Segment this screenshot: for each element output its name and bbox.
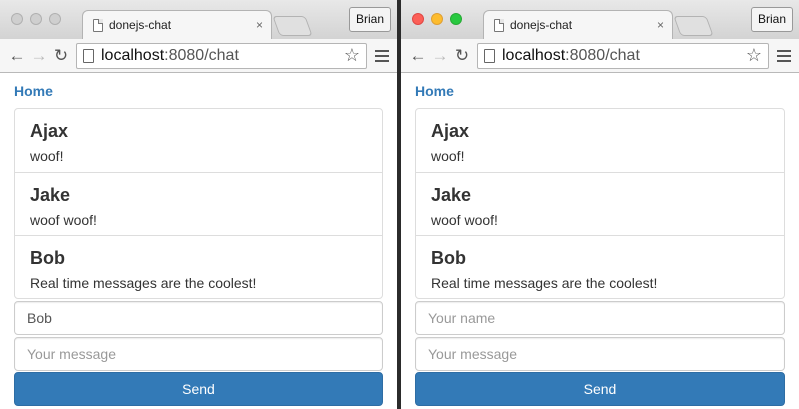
message-input[interactable] xyxy=(14,337,383,371)
message-item: Bob Real time messages are the coolest! xyxy=(416,235,784,298)
page-content: Home Ajax woof! Jake woof woof! Bob Real… xyxy=(0,83,397,406)
traffic-lights xyxy=(11,13,61,25)
tab-close-icon[interactable]: × xyxy=(657,18,664,32)
message-author: Jake xyxy=(30,185,71,205)
close-window-button[interactable] xyxy=(11,13,23,25)
message-author: Ajax xyxy=(30,121,69,141)
page-icon xyxy=(83,48,94,63)
url-text: localhost:8080/chat xyxy=(101,46,239,64)
message-author: Jake xyxy=(431,185,472,205)
browser-window-left: donejs-chat × Brian ← → ↻ localhost:8080… xyxy=(0,0,397,409)
traffic-lights xyxy=(412,13,462,25)
name-input[interactable] xyxy=(14,301,383,335)
reload-icon[interactable]: ↻ xyxy=(451,46,473,66)
message-item: Ajax woof! xyxy=(15,109,382,172)
forward-arrow-icon[interactable]: → xyxy=(429,46,451,66)
browser-window-right: donejs-chat × Brian ← → ↻ localhost:8080… xyxy=(401,0,799,409)
back-arrow-icon[interactable]: ← xyxy=(407,46,429,66)
message-list: Ajax woof! Jake woof woof! Bob Real time… xyxy=(415,108,785,299)
message-author: Bob xyxy=(431,248,466,268)
browser-tab[interactable]: donejs-chat × xyxy=(483,10,673,39)
message-body: Real time messages are the coolest! xyxy=(431,275,658,291)
tab-title: donejs-chat xyxy=(109,18,172,32)
zoom-window-button[interactable] xyxy=(450,13,462,25)
browser-toolbar: ← → ↻ localhost:8080/chat ☆ xyxy=(401,39,799,73)
message-item: Ajax woof! xyxy=(416,109,784,172)
message-item: Jake woof woof! xyxy=(15,172,382,235)
minimize-window-button[interactable] xyxy=(30,13,42,25)
home-link[interactable]: Home xyxy=(14,83,383,103)
message-list: Ajax woof! Jake woof woof! Bob Real time… xyxy=(14,108,383,299)
new-tab-button[interactable] xyxy=(272,16,313,36)
message-body: woof! xyxy=(431,148,465,164)
bookmark-star-icon[interactable]: ☆ xyxy=(746,45,762,66)
browser-toolbar: ← → ↻ localhost:8080/chat ☆ xyxy=(0,39,397,73)
home-link[interactable]: Home xyxy=(415,83,785,103)
menu-icon[interactable] xyxy=(777,49,791,62)
message-author: Ajax xyxy=(431,121,470,141)
page-content: Home Ajax woof! Jake woof woof! Bob Real… xyxy=(401,83,799,406)
browser-tab[interactable]: donejs-chat × xyxy=(82,10,272,39)
document-icon xyxy=(494,18,504,32)
page-icon xyxy=(484,48,495,63)
message-item: Bob Real time messages are the coolest! xyxy=(15,235,382,298)
send-button[interactable]: Send xyxy=(14,372,383,406)
forward-arrow-icon[interactable]: → xyxy=(28,46,50,66)
document-icon xyxy=(93,18,103,32)
profile-button[interactable]: Brian xyxy=(348,7,391,32)
name-input[interactable] xyxy=(415,301,785,335)
address-bar[interactable]: localhost:8080/chat ☆ xyxy=(76,42,367,69)
message-author: Bob xyxy=(30,248,65,268)
message-body: woof woof! xyxy=(30,212,97,228)
bookmark-star-icon[interactable]: ☆ xyxy=(344,45,360,66)
address-bar[interactable]: localhost:8080/chat ☆ xyxy=(477,42,769,69)
minimize-window-button[interactable] xyxy=(431,13,443,25)
close-window-button[interactable] xyxy=(412,13,424,25)
zoom-window-button[interactable] xyxy=(49,13,61,25)
message-body: Real time messages are the coolest! xyxy=(30,275,257,291)
title-bar: donejs-chat × Brian xyxy=(0,0,397,39)
tab-close-icon[interactable]: × xyxy=(256,18,263,32)
message-item: Jake woof woof! xyxy=(416,172,784,235)
tab-title: donejs-chat xyxy=(510,18,573,32)
menu-icon[interactable] xyxy=(375,49,389,62)
back-arrow-icon[interactable]: ← xyxy=(6,46,28,66)
message-body: woof! xyxy=(30,148,64,164)
message-input[interactable] xyxy=(415,337,785,371)
title-bar: donejs-chat × Brian xyxy=(401,0,799,39)
message-body: woof woof! xyxy=(431,212,498,228)
profile-button[interactable]: Brian xyxy=(750,7,793,32)
reload-icon[interactable]: ↻ xyxy=(50,46,72,66)
url-text: localhost:8080/chat xyxy=(502,46,640,64)
new-tab-button[interactable] xyxy=(673,16,714,36)
send-button[interactable]: Send xyxy=(415,372,785,406)
